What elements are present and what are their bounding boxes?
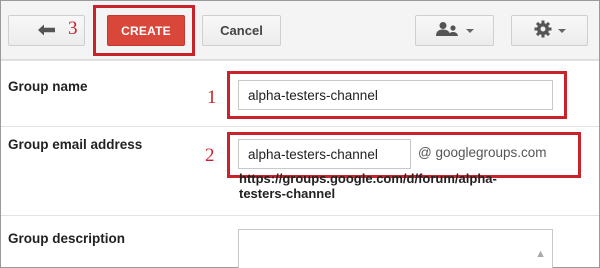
email-domain-suffix: @ googlegroups.com	[418, 145, 547, 160]
group-url: https://groups.google.com/d/forum/alpha-…	[239, 171, 497, 201]
toolbar: CREATE Cancel	[1, 1, 599, 60]
divider	[1, 215, 599, 216]
divider	[1, 60, 599, 61]
add-members-icon	[435, 21, 460, 40]
group-description-label: Group description	[8, 231, 126, 246]
group-email-input[interactable]: alpha-testers-channel	[238, 139, 411, 169]
settings-button[interactable]	[511, 15, 588, 46]
annotation-number-3: 3	[68, 18, 78, 39]
group-name-label: Group name	[8, 79, 88, 94]
back-arrow-icon	[37, 23, 57, 40]
annotation-box-create	[93, 5, 195, 56]
cancel-button[interactable]: Cancel	[202, 15, 281, 46]
add-members-button[interactable]	[415, 15, 494, 46]
gear-icon	[534, 20, 552, 41]
scroll-up-icon[interactable]: ▲	[535, 248, 546, 260]
chevron-down-icon	[465, 28, 474, 33]
chevron-down-icon	[557, 28, 566, 33]
divider	[1, 126, 599, 127]
group-name-input[interactable]: alpha-testers-channel	[238, 80, 553, 110]
group-email-label: Group email address	[8, 137, 143, 152]
annotation-number-1: 1	[207, 87, 217, 108]
annotation-number-2: 2	[205, 145, 215, 166]
group-description-textarea[interactable]: ▲	[238, 229, 553, 268]
